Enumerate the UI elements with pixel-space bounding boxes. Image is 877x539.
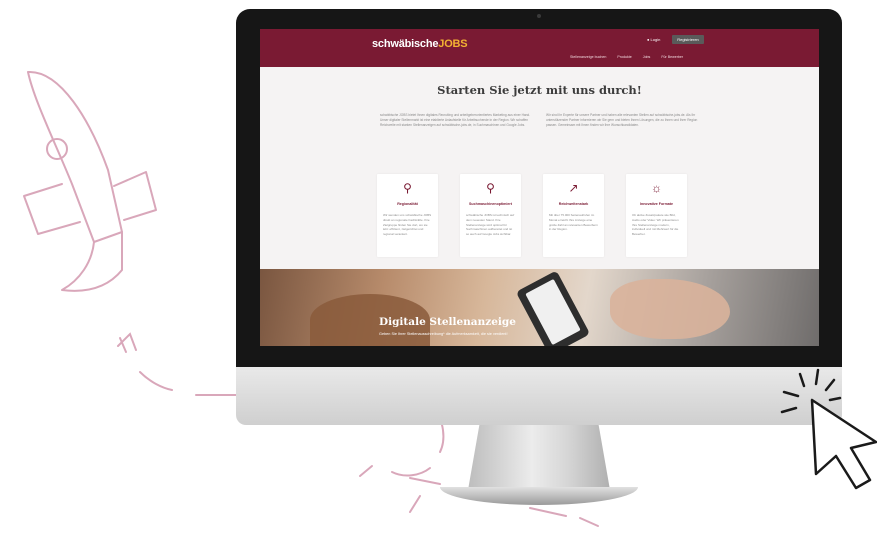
cursor-arrow-icon: [810, 398, 877, 490]
click-burst-icon: [780, 368, 842, 414]
cursor-doodle: [780, 368, 877, 490]
